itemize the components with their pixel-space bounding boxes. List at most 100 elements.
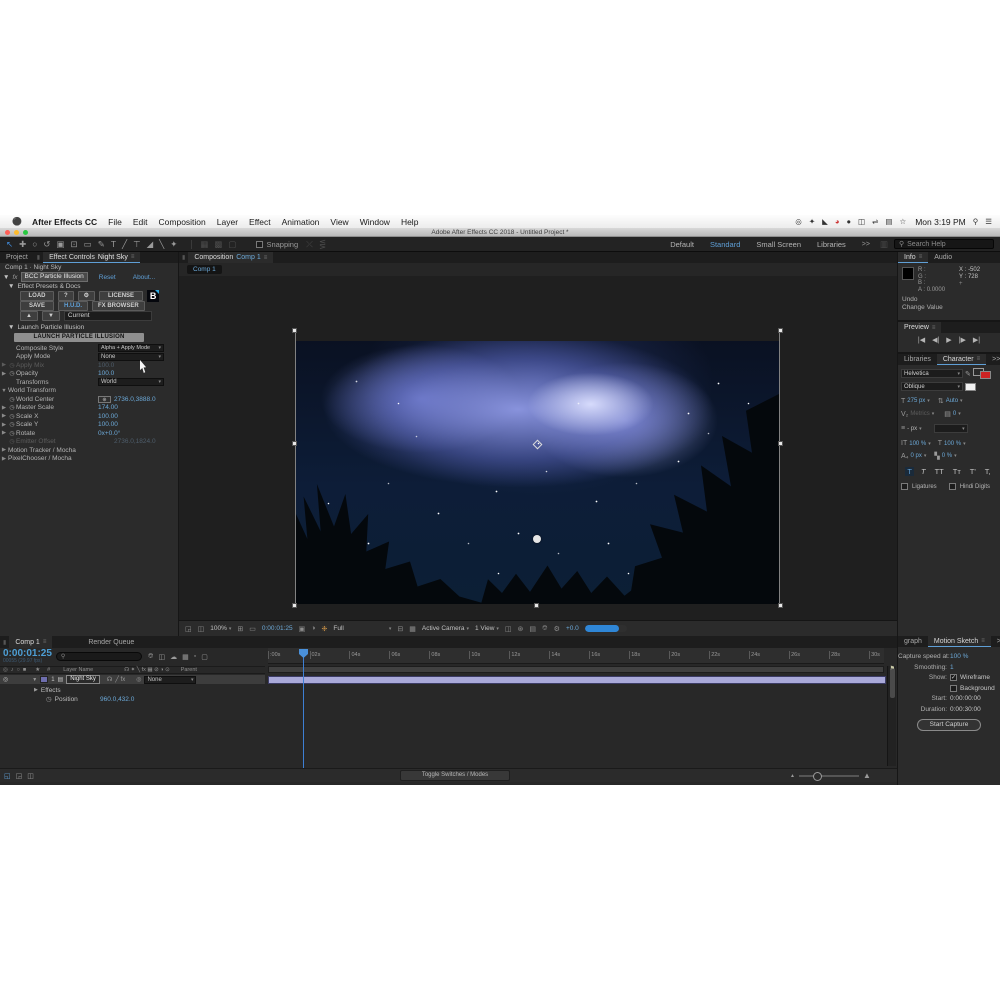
workspace-libraries[interactable]: Libraries [817, 240, 846, 249]
panel-menu-icon[interactable]: ≡ [264, 255, 268, 261]
layer-name-column-header[interactable]: Layer Name [63, 667, 93, 673]
faux-bold-toggle[interactable]: T [905, 467, 914, 476]
frame-blending-icon[interactable]: ▦ [182, 653, 189, 661]
twirl-icon[interactable]: ▶ [0, 413, 8, 419]
apply-mix-value[interactable]: 100.0 [98, 362, 114, 369]
magnification-monitor-icon[interactable]: ◫ [198, 625, 205, 633]
clone-stamp-tool[interactable]: ⊤ [133, 238, 140, 251]
font-size-value[interactable]: 275 px [907, 398, 925, 404]
stopwatch-icon[interactable]: ◷ [8, 362, 16, 369]
work-area-bar[interactable] [268, 666, 884, 673]
fx-browser-button[interactable]: FX BROWSER [92, 301, 145, 311]
layer-row-night-sky[interactable]: ◎ ▼ 1 ▤ Night Sky ☊ ╱ fx ◎ None▾ [0, 675, 265, 684]
parent-pickwhip-icon[interactable]: ◎ [136, 676, 141, 683]
menu-effect[interactable]: Effect [249, 217, 271, 227]
composition-viewer[interactable] [179, 276, 897, 620]
tracking-value[interactable]: 0 [953, 411, 956, 417]
notification-center-icon[interactable]: ☰ [985, 217, 992, 226]
stopwatch-icon[interactable]: ◷ [8, 430, 16, 437]
hud-button[interactable]: H.U.D. [58, 301, 88, 311]
tab-info[interactable]: Info≡ [898, 252, 928, 263]
shield-icon[interactable]: ◣ [822, 217, 828, 226]
draft-3d-icon[interactable]: ◫ [159, 653, 166, 661]
rotate-value[interactable]: 0x+0.0° [98, 430, 120, 437]
font-family-dropdown[interactable]: Helvetica▾ [901, 369, 963, 378]
menu-composition[interactable]: Composition [159, 217, 206, 227]
expand-transfer-controls-icon[interactable]: ◲ [16, 772, 23, 780]
keyboard-icon[interactable]: ▤ [885, 217, 892, 226]
selection-tool[interactable]: ↖ [6, 238, 13, 251]
hide-shy-layers-icon[interactable]: ☁ [170, 653, 177, 661]
twirl-icon[interactable]: ▶ [0, 422, 8, 428]
twirl-icon[interactable]: ▼ [0, 388, 8, 394]
roto-brush-tool[interactable]: ╲ [159, 238, 164, 251]
font-style-dropdown[interactable]: Oblique▾ [901, 382, 963, 391]
tab-audio[interactable]: Audio [928, 252, 958, 263]
layer-parent-dropdown[interactable]: None▾ [144, 676, 196, 684]
faux-italic-toggle[interactable]: T [919, 467, 928, 476]
panel-menu-icon[interactable]: ≡ [131, 254, 135, 260]
night-sky-footage[interactable] [296, 341, 779, 604]
layer-duration-bar[interactable] [268, 676, 886, 684]
display-icon[interactable]: ◫ [858, 217, 865, 226]
sync-arrows-icon[interactable]: ⇌ [872, 217, 878, 226]
effects-twirl-icon[interactable]: ▶ [34, 687, 38, 693]
tab-project[interactable]: Project [0, 252, 34, 263]
always-preview-icon[interactable]: ◲ [185, 625, 192, 633]
comp-marker-bin-icon[interactable]: ⚑ [890, 665, 895, 672]
leading-value[interactable]: Auto [946, 398, 958, 404]
effect-name[interactable]: BCC Particle Illusion [21, 272, 88, 282]
pixel-aspect-icon[interactable]: ◫ [505, 625, 512, 633]
next-frame-button[interactable]: |▶ [959, 336, 966, 344]
hand-tool[interactable]: ✚ [19, 238, 26, 251]
region-of-interest-icon[interactable]: ⊟ [397, 625, 403, 633]
last-frame-button[interactable]: ▶| [973, 336, 980, 344]
effect-about-link[interactable]: About... [133, 274, 155, 281]
transparency-grid-icon[interactable]: ▦ [409, 625, 416, 633]
superscript-toggle[interactable]: T' [968, 467, 978, 476]
workspace-overflow-button[interactable]: >> [862, 241, 870, 248]
exposure-reset-icon[interactable]: ⚙ [554, 625, 560, 633]
motion-blur-icon[interactable]: ▫ [194, 653, 196, 661]
timeline-zoom-slider[interactable] [799, 775, 859, 777]
snapping-checkbox[interactable] [256, 241, 263, 248]
twirl-icon[interactable]: ▶ [0, 362, 8, 368]
stopwatch-icon[interactable]: ◷ [8, 396, 16, 403]
group-twirl-icon[interactable]: ▼ [8, 324, 14, 331]
menu-edit[interactable]: Edit [133, 217, 148, 227]
hindi-digits-checkbox[interactable] [949, 483, 956, 490]
zoom-out-mountain-icon[interactable]: ▲ [790, 773, 795, 779]
timeline-ruler[interactable]: :00s02s 04s06s 08s10s 12s14s 16s18s 20s2… [268, 648, 884, 664]
flowchart-icon[interactable]: ⎊ [542, 625, 548, 633]
current-time-indicator-line[interactable] [303, 649, 304, 769]
borisfx-logo[interactable]: B [147, 290, 159, 302]
twirl-icon[interactable]: ▶ [0, 405, 8, 411]
fx-badge-icon[interactable]: fx [12, 274, 17, 281]
layer-twirl-icon[interactable]: ▼ [32, 677, 37, 683]
layer-fx-switch[interactable]: ╱ fx [115, 676, 125, 683]
settings-gear-button[interactable]: ⚙ [78, 291, 95, 301]
spotlight-search-icon[interactable]: ⚲ [973, 217, 979, 226]
transforms-dropdown[interactable]: World▾ [98, 378, 164, 386]
tab-paragraph-partial[interactable]: graph [898, 636, 928, 647]
effect-reset-link[interactable]: Reset [99, 274, 116, 281]
keyboard-brightness-icon[interactable]: ◎ [795, 217, 802, 226]
tab-render-queue[interactable]: Render Queue [82, 636, 140, 648]
scale-y-value[interactable]: 100.00 [98, 421, 118, 428]
layer-quality-icon[interactable]: ☊ [107, 676, 112, 683]
panel-overflow-button[interactable]: >> [986, 354, 1000, 365]
scale-x-value[interactable]: 100.00 [98, 413, 118, 420]
wifi-icon[interactable]: ☆ [899, 217, 906, 226]
help-button[interactable]: ? [58, 291, 74, 301]
stroke-width-value[interactable]: - px [907, 426, 917, 432]
current-timecode[interactable]: 0:00:01:25 [3, 649, 52, 658]
selection-handle[interactable] [778, 328, 783, 333]
dropbox-icon[interactable]: ✦ [809, 217, 815, 226]
eyedropper-icon[interactable]: ✎ [965, 370, 971, 378]
zoom-tool[interactable]: ○ [32, 238, 37, 251]
smoothing-value[interactable]: 1 [950, 664, 954, 671]
brush-tool[interactable]: ╱ [122, 238, 127, 251]
panel-overflow-button[interactable]: >> [991, 636, 1000, 647]
comp-timecode[interactable]: 0:00:01:25 [262, 625, 293, 632]
menu-app-name[interactable]: After Effects CC [32, 217, 97, 227]
